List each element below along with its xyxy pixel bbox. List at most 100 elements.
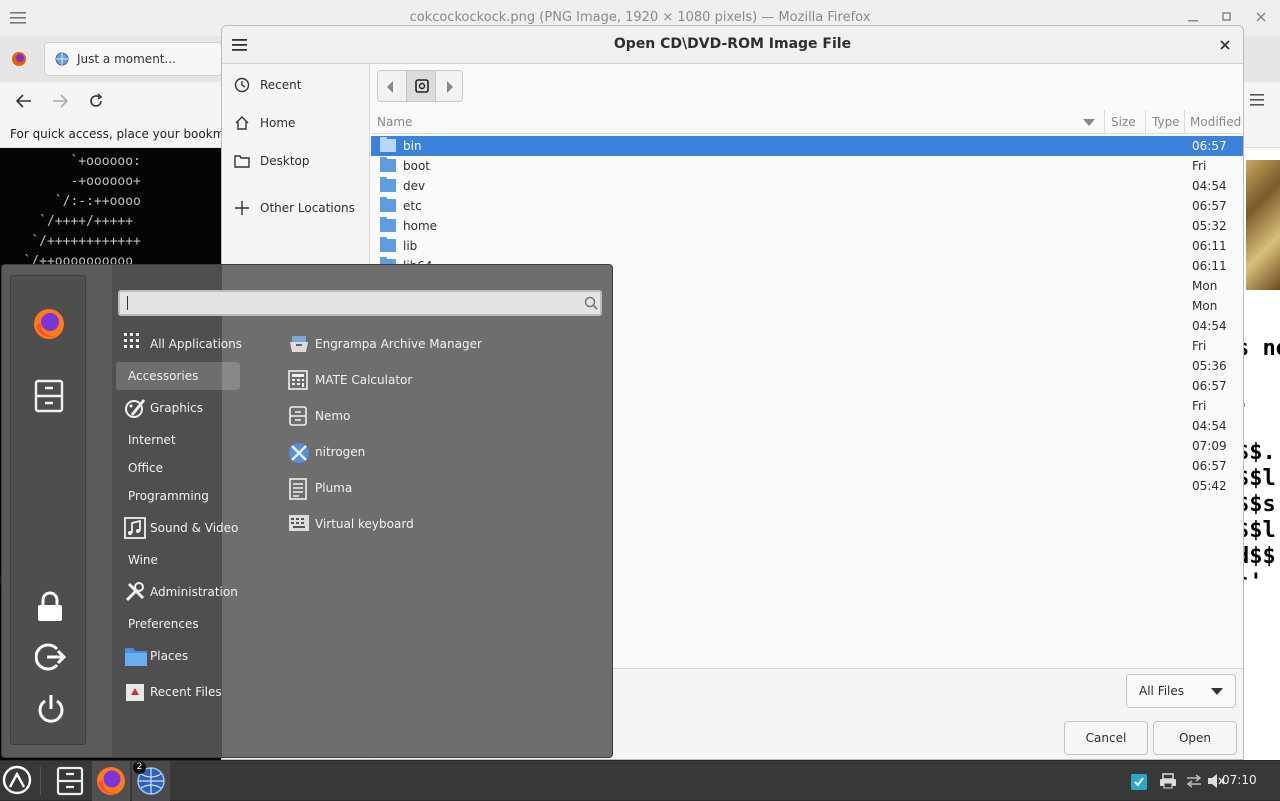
file-row[interactable]: etc 06:57 xyxy=(371,196,1243,216)
category-accessories[interactable]: Accessories xyxy=(116,362,240,390)
path-back-icon[interactable] xyxy=(386,81,394,93)
sidebar-item-recent[interactable]: Recent xyxy=(234,73,301,97)
taskbar-file-manager[interactable] xyxy=(56,766,84,796)
nitrogen-icon xyxy=(288,442,310,464)
column-name[interactable]: Name xyxy=(377,110,412,134)
minimize-icon[interactable] xyxy=(1188,12,1198,22)
firefox-view-icon[interactable] xyxy=(11,51,27,67)
app-pluma[interactable]: Pluma xyxy=(286,475,352,501)
graphics-icon xyxy=(124,397,146,419)
cancel-button[interactable]: Cancel xyxy=(1064,721,1148,755)
reload-icon[interactable] xyxy=(88,93,104,109)
file-manager-icon xyxy=(288,406,308,426)
lock-screen-button[interactable] xyxy=(36,591,64,623)
text-cursor xyxy=(127,296,128,310)
category-preferences[interactable]: Preferences xyxy=(116,610,199,638)
app-label: Pluma xyxy=(315,481,353,495)
tray-update-icon[interactable] xyxy=(1130,773,1148,791)
file-modified: Mon xyxy=(1192,299,1218,313)
app-mate-calculator[interactable]: MATE Calculator xyxy=(286,367,412,393)
start-menu-button[interactable] xyxy=(2,765,32,795)
logout-button[interactable] xyxy=(35,641,67,673)
sidebar-item-home[interactable]: Home xyxy=(234,111,295,135)
tools-icon xyxy=(124,581,146,603)
file-row[interactable]: home 05:32 xyxy=(371,216,1243,236)
category-office[interactable]: Office xyxy=(116,454,163,482)
category-label: Programming xyxy=(128,489,209,503)
category-internet[interactable]: Internet xyxy=(116,426,176,454)
app-label: Nemo xyxy=(315,409,351,423)
file-name: bin xyxy=(403,139,422,153)
file-modified: 05:32 xyxy=(1192,219,1227,233)
dialog-header: Open CD\DVD-ROM Image File xyxy=(222,26,1243,64)
text-editor-icon xyxy=(288,478,308,500)
category-sound-video[interactable]: Sound & Video xyxy=(116,514,238,542)
dialog-close-icon[interactable] xyxy=(1220,40,1230,50)
app-virtual-keyboard[interactable]: Virtual keyboard xyxy=(286,511,414,537)
clock-icon xyxy=(234,77,250,93)
file-list-header: Name Size Type Modified xyxy=(371,110,1243,134)
file-modified: Fri xyxy=(1192,339,1207,353)
category-graphics[interactable]: Graphics xyxy=(116,394,203,422)
file-row[interactable]: lib 06:11 xyxy=(371,236,1243,256)
file-modified: 05:36 xyxy=(1192,359,1227,373)
file-manager-favorite[interactable] xyxy=(34,379,64,413)
category-wine[interactable]: Wine xyxy=(116,546,158,574)
arch-logo-icon xyxy=(2,765,32,795)
menu-search-field[interactable] xyxy=(118,290,602,316)
dialog-menu-icon[interactable] xyxy=(232,39,247,51)
category-label: Accessories xyxy=(128,369,199,383)
category-administration[interactable]: Administration xyxy=(116,578,238,606)
path-bar xyxy=(377,70,463,102)
folder-icon xyxy=(380,157,396,172)
folder-icon xyxy=(380,177,396,192)
sidebar-item-desktop[interactable]: Desktop xyxy=(234,149,310,173)
back-icon[interactable] xyxy=(16,94,32,108)
file-modified: 07:09 xyxy=(1192,439,1227,453)
app-nemo[interactable]: Nemo xyxy=(286,403,350,429)
app-engrampa-archive-manager[interactable]: Engrampa Archive Manager xyxy=(286,331,482,357)
path-forward-icon[interactable] xyxy=(446,81,454,93)
sidebar-label-desktop: Desktop xyxy=(260,154,310,168)
column-modified[interactable]: Modified xyxy=(1190,110,1241,134)
column-size[interactable]: Size xyxy=(1111,110,1136,134)
app-nitrogen[interactable]: nitrogen xyxy=(286,439,365,465)
file-row[interactable]: boot Fri xyxy=(371,156,1243,176)
shutdown-button[interactable] xyxy=(35,693,67,725)
file-type-filter[interactable]: All Files xyxy=(1126,674,1236,708)
taskbar-firefox[interactable] xyxy=(92,761,130,801)
hamburger-icon[interactable] xyxy=(10,11,26,25)
app-menu-icon[interactable] xyxy=(1250,94,1264,106)
folder-icon xyxy=(380,137,396,152)
tab-title: Just a moment... xyxy=(77,52,176,66)
open-button[interactable]: Open xyxy=(1153,721,1237,755)
network-icon[interactable] xyxy=(1185,773,1203,789)
clock-time: 07:10 xyxy=(1222,773,1257,787)
cancel-label: Cancel xyxy=(1085,731,1127,745)
file-row[interactable]: dev 04:54 xyxy=(371,176,1243,196)
printer-icon[interactable] xyxy=(1159,773,1177,789)
close-icon[interactable] xyxy=(1256,12,1266,22)
taskbar-vm-app[interactable]: 2 xyxy=(132,761,170,801)
forward-icon[interactable] xyxy=(52,94,68,108)
tab-just-a-moment[interactable]: Just a moment... xyxy=(44,42,222,76)
file-modified: 04:54 xyxy=(1192,319,1227,333)
category-programming[interactable]: Programming xyxy=(116,482,209,510)
root-drive-button[interactable] xyxy=(406,71,436,101)
keyboard-icon xyxy=(288,514,310,532)
logout-icon xyxy=(35,641,67,673)
file-modified: 04:54 xyxy=(1192,419,1227,433)
category-recent-files[interactable]: Recent Files xyxy=(116,678,222,706)
category-places[interactable]: Places xyxy=(116,642,188,670)
firefox-favorite[interactable] xyxy=(32,307,66,341)
terminal-line: -+oooooo+ xyxy=(0,174,141,189)
file-row[interactable]: bin 06:57 xyxy=(371,136,1243,156)
category-all-applications[interactable]: All Applications xyxy=(116,330,242,358)
firefox-window-title: cokcockockock.png (PNG Image, 1920 × 108… xyxy=(409,10,871,25)
drive-icon xyxy=(415,79,429,93)
sidebar-item-other-locations[interactable]: Other Locations xyxy=(234,196,355,220)
category-label: Wine xyxy=(128,553,158,567)
maximize-icon[interactable] xyxy=(1222,12,1232,22)
file-modified: 06:11 xyxy=(1192,259,1227,273)
column-type[interactable]: Type xyxy=(1152,110,1180,134)
